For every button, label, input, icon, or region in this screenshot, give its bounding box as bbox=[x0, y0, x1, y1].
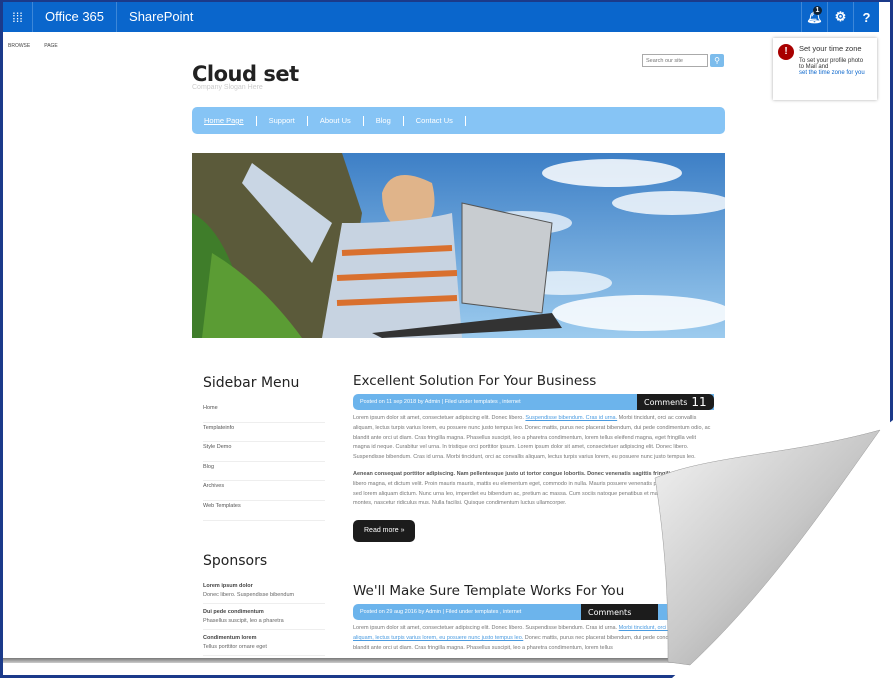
page-curl-decoration bbox=[654, 420, 893, 678]
